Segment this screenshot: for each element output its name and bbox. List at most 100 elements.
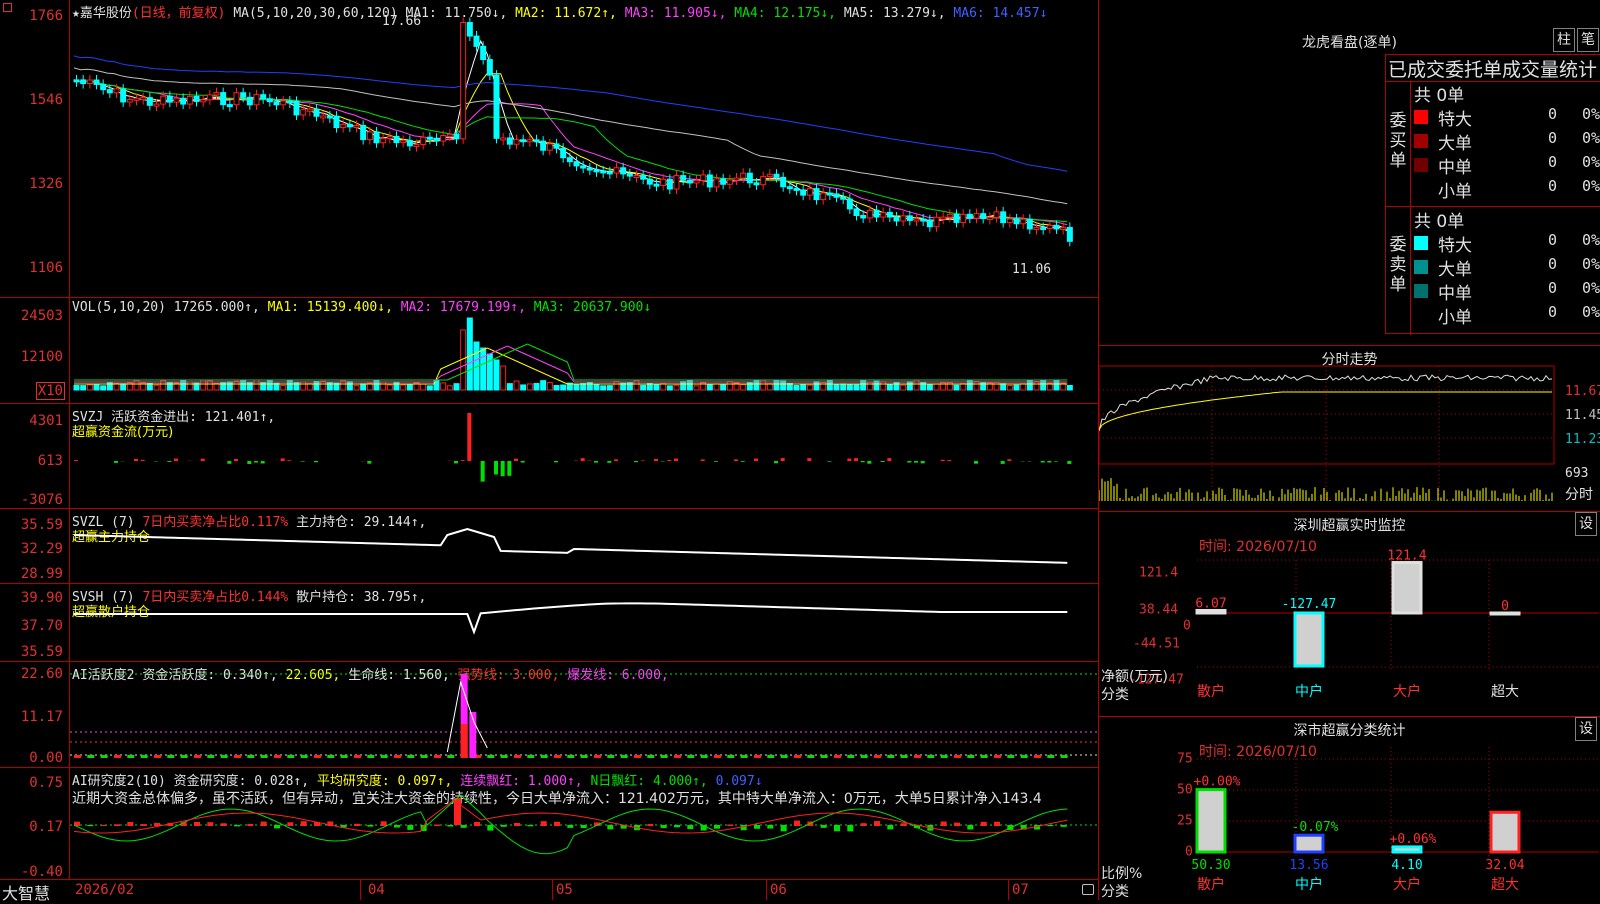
- flow-bar: [774, 461, 778, 463]
- classify-chart[interactable]: +0.00%50.30散户-0.07%13.56中户+0.06%4.10大户32…: [1099, 717, 1600, 900]
- volume-bar: [154, 385, 159, 390]
- activity-bar: [581, 755, 588, 758]
- intraday-panel[interactable]: 分时走势 11.67 11.45 11.23 693 分时: [1098, 346, 1600, 512]
- activity-bar: [607, 755, 614, 758]
- candle: [387, 136, 392, 138]
- candle: [627, 174, 632, 176]
- y-tick: 11.67: [1565, 384, 1600, 399]
- kline-chart[interactable]: [70, 0, 1098, 297]
- volume-bar: [361, 384, 366, 390]
- volume-bar: [87, 385, 92, 390]
- corner-marker[interactable]: [3, 3, 12, 12]
- volume-bar: [1034, 381, 1039, 390]
- svzj-pane[interactable]: 4301 613 -3076 SVZJ 活跃资金进出: 121.401↑, 超赢…: [0, 404, 1098, 509]
- candle: [634, 176, 639, 178]
- research-bar: [781, 825, 787, 831]
- y-tick: -0.40: [21, 864, 63, 880]
- candle: [207, 95, 212, 100]
- bar-value-label: 4.10: [1391, 858, 1422, 873]
- research-bar: [367, 825, 373, 827]
- row-label: 中单: [1438, 153, 1472, 178]
- candle: [287, 101, 292, 103]
- monitor-chart[interactable]: 6.07散户-127.47中户121.4大户0超大: [1099, 512, 1600, 716]
- activity-bar: [807, 755, 814, 758]
- activity-bar: [407, 755, 414, 758]
- row-pct: 0%: [1582, 153, 1600, 171]
- candle: [281, 101, 286, 105]
- svsh-pane[interactable]: 39.90 37.70 35.59 SVSH (7) 7日内买卖净占比0.144…: [0, 584, 1098, 662]
- flow-bar: [1001, 461, 1005, 464]
- candle: [1007, 219, 1012, 223]
- flow-bar: [314, 461, 318, 462]
- volume-bar: [314, 381, 319, 390]
- svzj-chart[interactable]: [70, 404, 1098, 508]
- volume-bar: [694, 386, 699, 390]
- research-bar: [127, 822, 133, 826]
- volume-pane[interactable]: 24503 12100 X10 VOL(5,10,20) 17265.000↑,…: [0, 298, 1098, 404]
- research-bar: [887, 825, 893, 829]
- volume-bar: [1007, 385, 1012, 390]
- intraday-chart[interactable]: [1099, 346, 1559, 511]
- bar-mode-button[interactable]: 柱: [1553, 28, 1575, 52]
- svzl-chart[interactable]: [70, 509, 1098, 583]
- activity-bar: [594, 755, 601, 758]
- flow-bar: [481, 461, 485, 482]
- activity-bar: [1061, 755, 1068, 758]
- svsh-chart[interactable]: [70, 584, 1098, 661]
- kline-pane[interactable]: 1766 1546 1326 1106 ★嘉华股份(日线，前复权) MA(5,1…: [0, 0, 1098, 298]
- flow-bar: [654, 459, 658, 461]
- longhu-panel[interactable]: 龙虎看盘(逐单) 柱 笔 已成交委托单成交量统计 委买单 委卖单 共 0单 共 …: [1098, 0, 1600, 346]
- flow-bar: [881, 461, 885, 462]
- volume-chart[interactable]: [70, 298, 1098, 403]
- flow-bar: [594, 461, 598, 463]
- ai-research-chart[interactable]: [70, 768, 1098, 879]
- volume-bar: [747, 382, 752, 390]
- candle: [1061, 227, 1066, 229]
- ai-activity-pane[interactable]: 22.60 11.17 0.00 AI活跃度2 资金活跃度: 0.340↑, 2…: [0, 662, 1098, 768]
- app-logo: 大智慧: [2, 880, 50, 904]
- activity-bar: [274, 755, 281, 758]
- volume-bar: [874, 381, 879, 390]
- flow-bar: [781, 458, 785, 461]
- volume-bar: [781, 381, 786, 390]
- classify-panel[interactable]: 深市超赢分类统计 设 时间: 2026/07/10 75 50 25 0 比例%…: [1098, 717, 1600, 900]
- volume-bar: [1001, 384, 1006, 390]
- volume-bar: [1014, 385, 1019, 390]
- volume-bar: [961, 384, 966, 390]
- candle: [554, 144, 559, 148]
- candle: [114, 89, 119, 93]
- realtime-monitor-panel[interactable]: 深圳超赢实时监控 设 时间: 2026/07/10 121.4 38.44 0 …: [1098, 512, 1600, 717]
- tick-mode-button[interactable]: 笔: [1577, 28, 1599, 52]
- bar-value-label: 0: [1501, 599, 1509, 614]
- lock-icon[interactable]: [1082, 884, 1094, 895]
- candle: [614, 168, 619, 173]
- candle: [594, 170, 599, 172]
- candle: [421, 137, 426, 144]
- y-tick: 1766: [29, 8, 63, 24]
- row-value: 0: [1548, 255, 1557, 273]
- row-value: 0: [1548, 177, 1557, 195]
- volume-bar: [887, 384, 892, 390]
- change-label: +0.00%: [1194, 775, 1241, 790]
- category-label: 散户: [1197, 876, 1225, 893]
- ai-activity-chart[interactable]: [70, 662, 1098, 767]
- flow-bar: [854, 458, 858, 461]
- flow-bar: [467, 413, 471, 461]
- volume-bar: [301, 382, 306, 390]
- research-bar: [861, 823, 867, 826]
- candle: [541, 141, 546, 150]
- svzl-pane[interactable]: 35.59 32.29 28.99 SVZL (7) 7日内买卖净占比0.117…: [0, 509, 1098, 584]
- legend-swatch: [1414, 284, 1428, 298]
- candle: [787, 187, 792, 189]
- ai-research-pane[interactable]: 0.75 0.17 -0.40 AI研究度2(10) 资金研究度: 0.028↑…: [0, 768, 1098, 880]
- volume-bar: [547, 383, 552, 390]
- candle: [321, 116, 326, 118]
- research-bar: [194, 822, 200, 826]
- candle: [1014, 219, 1019, 224]
- activity-bar: [514, 755, 521, 758]
- volume-bar: [974, 382, 979, 390]
- volume-bar: [647, 384, 652, 390]
- flow-bar: [1067, 461, 1071, 464]
- candle: [701, 175, 706, 181]
- intraday-unit: 分时: [1565, 484, 1593, 504]
